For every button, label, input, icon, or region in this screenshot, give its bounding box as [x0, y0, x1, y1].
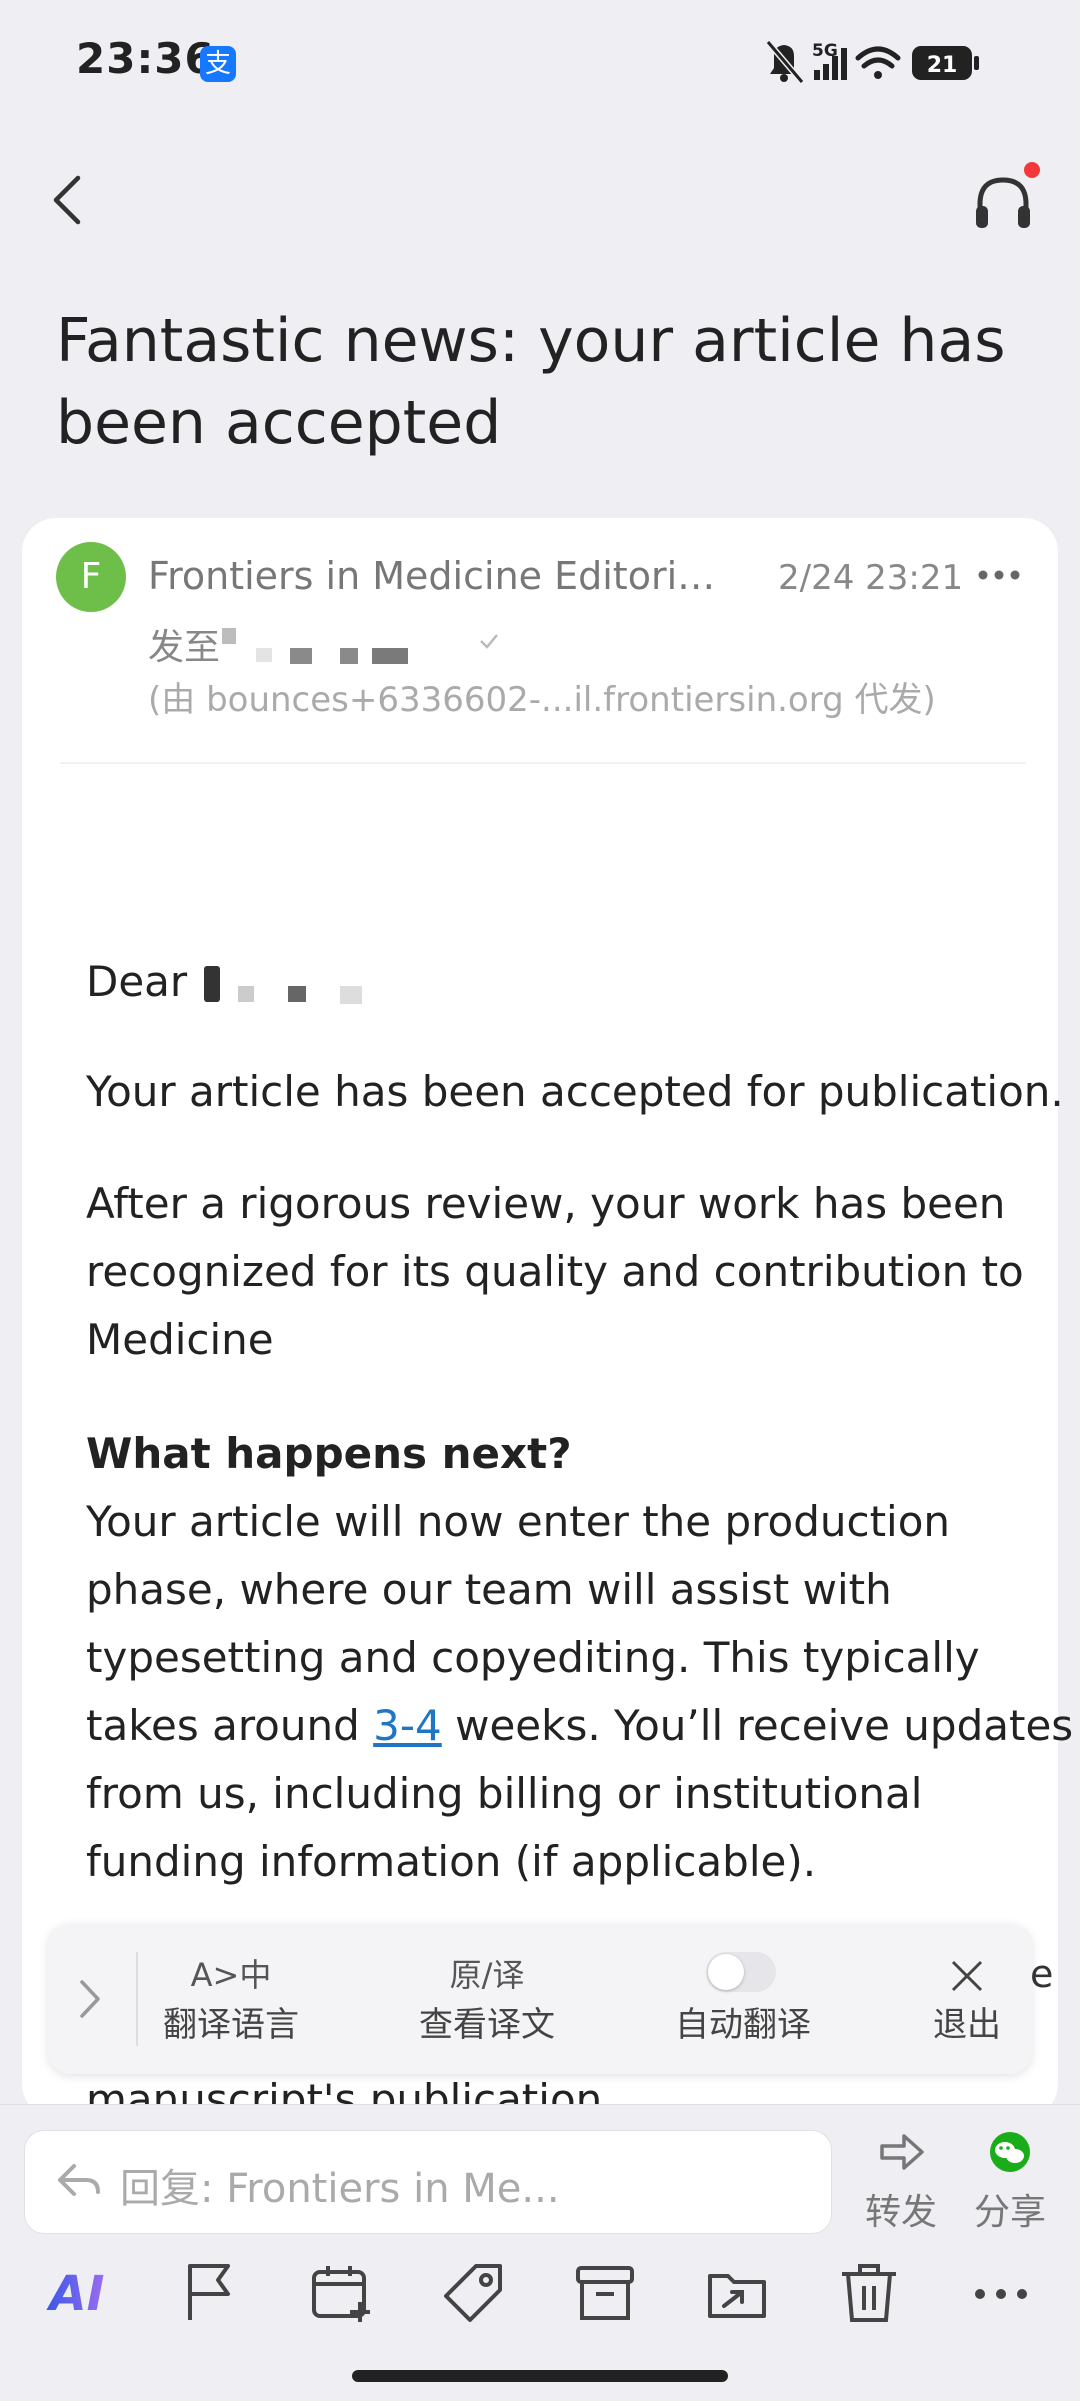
trash-icon[interactable] [834, 2258, 904, 2328]
reply-arrow-icon [58, 2164, 100, 2196]
greeting: Dear [86, 957, 188, 1006]
email-subject: Fantastic news: your article has been ac… [56, 306, 1006, 458]
flag-icon[interactable] [174, 2258, 244, 2328]
sender-avatar[interactable]: F [56, 542, 126, 612]
body-paragraph: Your article will now enter the producti… [86, 1488, 1076, 1896]
exit-translate-button[interactable]: 退出 [912, 1952, 1022, 2048]
body-paragraph: Your article has been accepted for publi… [86, 1067, 1064, 1116]
tag-icon[interactable] [438, 2258, 508, 2328]
wifi-icon [855, 46, 901, 79]
calendar-add-icon[interactable] [306, 2258, 376, 2328]
translate-language-button[interactable]: A>中 翻译语言 [156, 1952, 306, 2048]
wechat-icon [990, 2132, 1030, 2172]
message-date: 2/24 23:21 [778, 558, 964, 598]
reply-placeholder: 回复: Frontiers in Me... [120, 2166, 560, 2212]
muted-bell-icon [765, 40, 805, 84]
status-icons: 5G 21 [765, 40, 979, 84]
translate-divider [136, 1952, 138, 2046]
redacted-block [222, 628, 236, 644]
recipient-label: 发至 [148, 627, 221, 668]
ai-assistant-icon[interactable]: AI [42, 2258, 112, 2328]
status-bar: 23:36 支 5G 21 [0, 0, 1080, 120]
unread-dot [1024, 162, 1040, 178]
redacted-block [256, 648, 272, 662]
headset-icon[interactable] [968, 168, 1038, 238]
battery-level: 21 [927, 53, 958, 78]
redacted-block [204, 966, 220, 1002]
recipient-expand-icon[interactable] [478, 630, 500, 652]
translate-language-label: 翻译语言 [163, 2005, 299, 2045]
exit-label: 退出 [933, 2005, 1001, 2045]
battery-icon: 21 [912, 46, 979, 80]
redacted-block [238, 986, 254, 1002]
body-paragraph: After a rigorous review, your work has b… [86, 1179, 1024, 1364]
forward-icon [880, 2134, 924, 2170]
back-arrow-icon[interactable] [48, 170, 88, 230]
alipay-notification-icon: 支 [200, 46, 236, 82]
auto-translate-toggle[interactable] [706, 1952, 776, 1992]
share-label: 分享 [973, 2192, 1046, 2233]
ai-label: AI [45, 2266, 104, 2322]
view-translation-button[interactable]: 原/译 查看译文 [412, 1952, 562, 2048]
redacted-block [288, 986, 306, 1002]
redacted-block [372, 648, 408, 664]
body-overflow-text: e [1030, 1952, 1054, 1996]
auto-translate-label: 自动翻译 [675, 2005, 811, 2045]
view-translation-label: 查看译文 [419, 2005, 555, 2045]
move-folder-icon[interactable] [702, 2258, 772, 2328]
sent-via-label: (由 bounces+6336602-...il.frontiersin.org… [148, 680, 936, 720]
sender-name[interactable]: Frontiers in Medicine Editorial... [148, 554, 738, 598]
collapse-chevron-icon[interactable] [74, 1974, 104, 2024]
section-heading: What happens next? [86, 1429, 572, 1478]
header-divider [60, 762, 1026, 764]
translate-language-icon: A>中 [190, 1956, 272, 1994]
archive-icon[interactable] [570, 2258, 640, 2328]
redacted-block [340, 986, 362, 1004]
close-icon [951, 1960, 983, 1992]
redacted-block [340, 648, 358, 664]
redacted-block [290, 648, 312, 664]
forward-button[interactable]: 转发 [858, 2130, 944, 2235]
toggle-knob [708, 1954, 744, 1990]
status-time: 23:36 [76, 34, 215, 83]
forward-label: 转发 [864, 2192, 937, 2233]
greeting-line: Dear [86, 948, 1080, 1016]
more-icon[interactable] [966, 2258, 1036, 2328]
original-translation-icon: 原/译 [449, 1956, 525, 1994]
message-more-icon[interactable] [976, 560, 1022, 590]
home-indicator[interactable] [352, 2370, 728, 2382]
duration-link[interactable]: 3-4 [373, 1701, 442, 1750]
share-button[interactable]: 分享 [964, 2130, 1056, 2235]
